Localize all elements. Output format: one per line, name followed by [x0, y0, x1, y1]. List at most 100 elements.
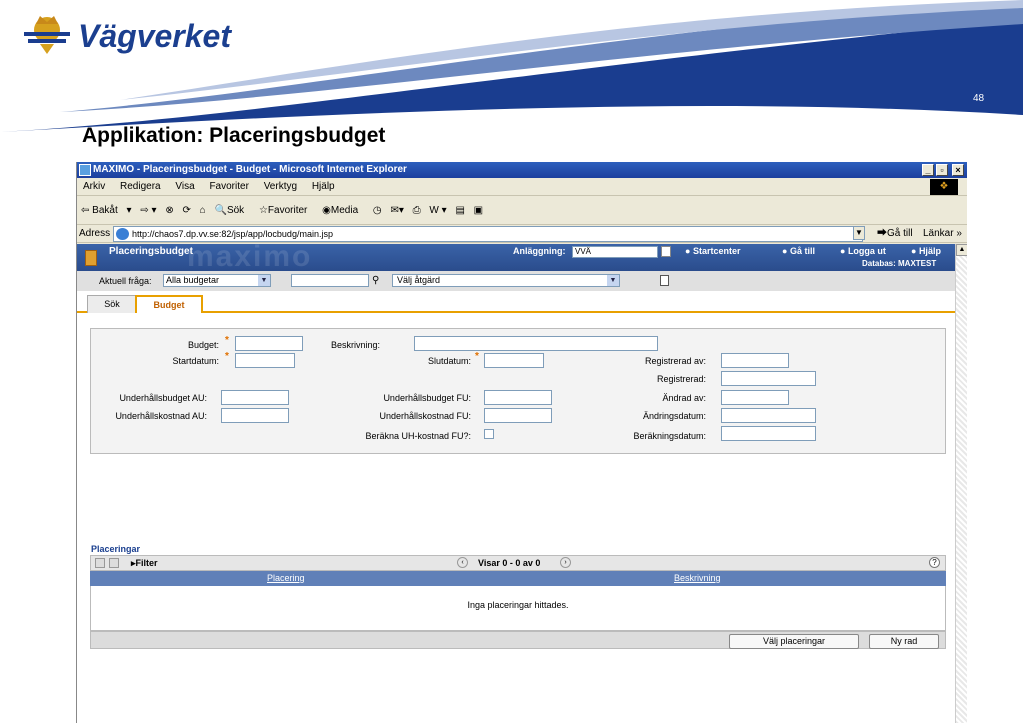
menu-arkiv[interactable]: Arkiv — [83, 181, 105, 192]
favorites-button[interactable]: ☆Favoriter — [259, 205, 313, 216]
print-icon[interactable]: ⎙ — [413, 205, 421, 216]
minimize-icon[interactable]: _ — [922, 164, 934, 176]
menu-verktyg[interactable]: Verktyg — [264, 181, 297, 192]
column-beskrivning[interactable]: Beskrivning — [674, 571, 721, 586]
logout-link[interactable]: ● Logga ut — [840, 246, 886, 256]
stop-icon[interactable]: ⊗ — [165, 205, 173, 216]
anlaggning-label: Anläggning: — [513, 246, 566, 256]
query-select[interactable]: Alla budgetar ▼ — [163, 274, 271, 287]
goto-link[interactable]: ● Gå till — [782, 246, 815, 256]
underhallsbudget-au-label: Underhållsbudget AU: — [119, 393, 207, 403]
chevron-down-icon: ▼ — [607, 275, 619, 286]
slide-number: 48 — [973, 93, 985, 104]
document-icon[interactable] — [660, 275, 669, 286]
query-bar: Aktuell fråga: Alla budgetar ▼ ⚲ Välj åt… — [77, 271, 955, 291]
filter-toggle[interactable]: ▸Filter — [131, 556, 158, 570]
select-placements-button[interactable]: Välj placeringar — [729, 634, 859, 649]
links-button[interactable]: Länkar » — [923, 225, 962, 243]
menu-favoriter[interactable]: Favoriter — [209, 181, 248, 192]
collapse-icon[interactable] — [95, 558, 105, 568]
expand-icon[interactable] — [109, 558, 119, 568]
budget-input[interactable] — [235, 336, 303, 351]
home-icon[interactable]: ⌂ — [200, 205, 206, 216]
address-label: Adress — [79, 228, 111, 239]
mail-icon[interactable]: ✉▾ — [390, 205, 403, 216]
beskrivning-input[interactable] — [414, 336, 658, 351]
scroll-up-icon[interactable]: ▲ — [956, 244, 967, 256]
media-label: Media — [330, 205, 359, 216]
berakna-uh-label: Beräkna UH-kostnad FU?: — [365, 431, 471, 441]
startcenter-link[interactable]: ● Startcenter — [685, 246, 740, 256]
andrad-av-input[interactable] — [721, 390, 789, 405]
logo-text: Vägverket — [78, 18, 231, 54]
action-select[interactable]: Välj åtgärd ▼ — [392, 274, 620, 287]
tab-search[interactable]: Sök — [87, 295, 137, 313]
required-marker: * — [225, 335, 229, 346]
underhallskostnad-au-input[interactable] — [221, 408, 289, 423]
binoculars-icon[interactable]: ⚲ — [372, 271, 379, 291]
help-link[interactable]: ● Hjälp — [911, 246, 941, 256]
slutdatum-input[interactable] — [484, 353, 544, 368]
paging-label: Visar 0 - 0 av 0 — [478, 558, 541, 568]
word-icon[interactable]: W ▾ — [429, 205, 446, 216]
underhallskostnad-au-label: Underhållskostnad AU: — [115, 411, 207, 421]
menu-visa[interactable]: Visa — [175, 181, 194, 192]
slutdatum-label: Slutdatum: — [427, 356, 471, 366]
tab-budget[interactable]: Budget — [135, 295, 203, 313]
berakningsdatum-input[interactable] — [721, 426, 816, 441]
windows-logo-icon: ❖ — [930, 179, 958, 195]
query-search-input[interactable] — [291, 274, 369, 287]
messenger-icon[interactable]: ▣ — [474, 205, 483, 216]
action-value: Välj åtgärd — [397, 275, 441, 285]
search-button[interactable]: 🔍Sök — [214, 205, 250, 216]
placeringar-title: Placeringar — [91, 544, 141, 554]
new-row-button[interactable]: Ny rad — [869, 634, 939, 649]
menu-redigera[interactable]: Redigera — [120, 181, 161, 192]
history-icon[interactable]: ◷ — [373, 205, 382, 216]
page-icon — [116, 228, 129, 240]
vertical-scrollbar[interactable]: ▲ — [955, 244, 967, 723]
next-page-icon[interactable]: › — [560, 557, 571, 568]
andringsdatum-input[interactable] — [721, 408, 816, 423]
anlaggning-input[interactable]: VVÄ — [572, 246, 658, 258]
links-label: Länkar — [923, 228, 954, 239]
help-label: Hjälp — [918, 246, 941, 256]
andringsdatum-label: Ändringsdatum: — [642, 411, 706, 421]
registrerad-av-label: Registrerad av: — [644, 356, 706, 366]
lookup-icon[interactable] — [661, 246, 671, 257]
prev-page-icon[interactable]: ‹ — [457, 557, 468, 568]
maximo-header: maximo Placeringsbudget Anläggning: VVÄ … — [77, 240, 955, 273]
berakningsdatum-label: Beräkningsdatum: — [633, 431, 706, 441]
discuss-icon[interactable]: ▤ — [455, 205, 464, 216]
column-placering[interactable]: Placering — [267, 571, 305, 586]
go-button[interactable]: ⮕Gå till — [877, 225, 913, 243]
andrad-av-label: Ändrad av: — [662, 393, 706, 403]
placeringar-empty-message: Inga placeringar hittades. — [90, 586, 946, 631]
search-label: Sök — [226, 205, 245, 216]
browser-toolbar: ⇦ Bakåt ▾ ⇨ ▾ ⊗ ⟳ ⌂ 🔍Sök ☆Favoriter ◉Med… — [77, 197, 967, 225]
menu-hjalp[interactable]: Hjälp — [312, 181, 335, 192]
registrerad-av-input[interactable] — [721, 353, 789, 368]
page-content: maximo Placeringsbudget Anläggning: VVÄ … — [77, 240, 955, 723]
help-icon[interactable]: ? — [929, 557, 940, 568]
underhallsbudget-fu-input[interactable] — [484, 390, 552, 405]
underhallsbudget-fu-label: Underhållsbudget FU: — [383, 393, 471, 403]
forward-button[interactable]: ⇨ ▾ — [140, 205, 156, 216]
database-label: Databas: MAXTEST — [862, 259, 937, 268]
close-icon[interactable]: × — [952, 164, 964, 176]
slide-title: Applikation: Placeringsbudget — [82, 124, 386, 147]
startdatum-input[interactable] — [235, 353, 295, 368]
building-icon — [85, 250, 97, 266]
maximize-icon[interactable]: ▫ — [936, 164, 948, 176]
beskrivning-label: Beskrivning: — [331, 340, 381, 350]
registrerad-input[interactable] — [721, 371, 816, 386]
underhallskostnad-fu-input[interactable] — [484, 408, 552, 423]
berakna-uh-checkbox[interactable] — [484, 429, 494, 439]
underhallsbudget-au-input[interactable] — [221, 390, 289, 405]
media-button[interactable]: ◉Media — [322, 205, 364, 216]
url-dropdown-icon[interactable]: ▼ — [853, 226, 865, 240]
query-value: Alla budgetar — [166, 275, 220, 285]
refresh-icon[interactable]: ⟳ — [182, 205, 190, 216]
favorites-label: Favoriter — [267, 205, 308, 216]
back-button[interactable]: ⇦ Bakåt ▾ — [81, 205, 132, 216]
